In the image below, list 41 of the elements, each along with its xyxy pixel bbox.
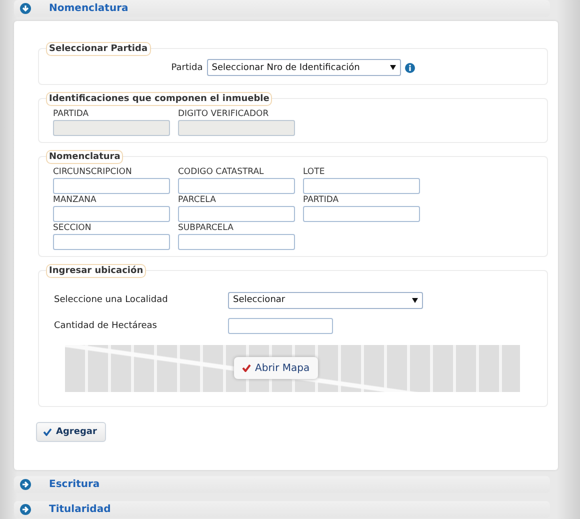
field-label: CODIGO CATASTRAL: [178, 167, 265, 178]
field-label: Partida: [171, 62, 203, 72]
field-label: Seleccione una Localidad: [54, 295, 169, 305]
dropdown[interactable]: Seleccionar Nro de Identificación: [206, 59, 401, 76]
field-label: CIRCUNSCRIPCION: [53, 167, 133, 178]
fieldset-legend: Ingresar ubicación: [46, 264, 146, 278]
text-field[interactable]: [303, 178, 420, 194]
add-button[interactable]: Agregar: [36, 422, 106, 442]
text-field[interactable]: [53, 234, 170, 250]
text-field[interactable]: [228, 318, 333, 334]
field-label: PARTIDA: [303, 195, 340, 206]
check-icon: [242, 364, 251, 372]
field-label: Cantidad de Hectáreas: [54, 321, 158, 331]
expand-right-icon: [20, 479, 31, 490]
field-label: PARCELA: [178, 195, 217, 206]
field-label: MANZANA: [53, 195, 98, 206]
text-field[interactable]: [53, 178, 170, 194]
fieldset-legend: Seleccionar Partida: [46, 42, 151, 56]
fieldset-legend: Nomenclatura: [46, 150, 124, 164]
caret-icon: [412, 298, 418, 302]
expand-right-icon: [20, 504, 31, 515]
section-header[interactable]: Escritura: [14, 476, 550, 493]
fieldset-legend: Identificaciones que componen el inmueble: [46, 92, 272, 106]
caret-icon: [390, 65, 396, 70]
section-header[interactable]: Titularidad: [14, 501, 550, 518]
field-label: DIGITO VERIFICADOR: [178, 109, 270, 120]
open-map-button[interactable]: Abrir Mapa: [234, 357, 318, 379]
expand-down-icon: [20, 3, 31, 14]
field-label: PARTIDA: [53, 109, 90, 120]
text-field[interactable]: [178, 206, 295, 222]
field-label: LOTE: [303, 167, 326, 178]
field-label: SECCION: [53, 223, 92, 234]
text-field[interactable]: [303, 206, 420, 222]
dropdown[interactable]: Seleccionar: [228, 292, 423, 308]
text-field[interactable]: [178, 178, 295, 194]
check-icon: [43, 428, 52, 436]
field-label: SUBPARCELA: [178, 223, 234, 234]
text-field[interactable]: [53, 206, 170, 222]
section-header[interactable]: Nomenclatura: [14, 0, 550, 17]
text-field[interactable]: [178, 234, 295, 250]
info-icon[interactable]: [404, 62, 415, 72]
